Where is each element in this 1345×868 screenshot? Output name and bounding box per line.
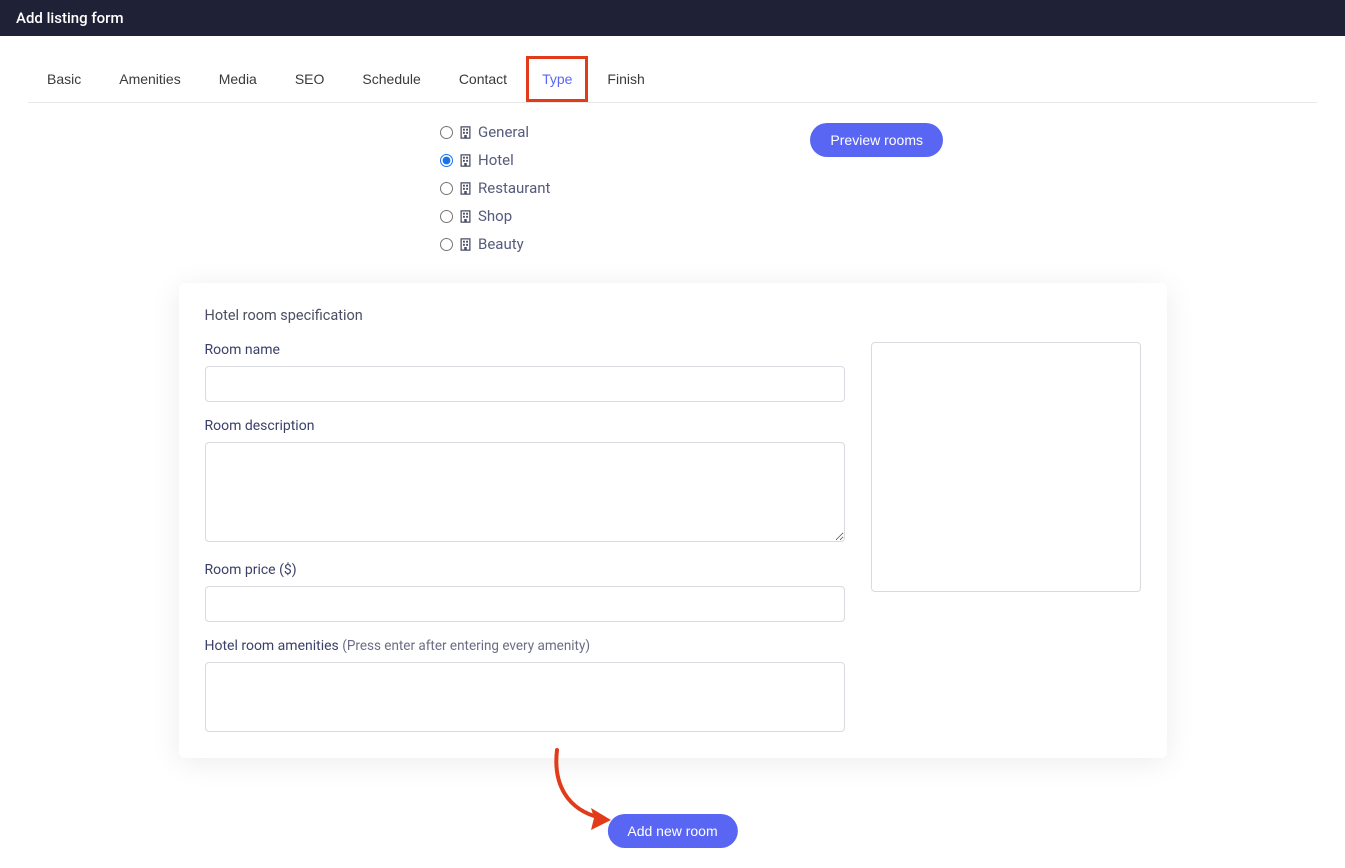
type-label: General — [478, 123, 529, 141]
tab-basic[interactable]: Basic — [28, 56, 100, 102]
tab-finish[interactable]: Finish — [588, 56, 663, 102]
room-description-label: Room description — [205, 418, 845, 434]
radio-hotel[interactable] — [440, 154, 453, 167]
radio-restaurant[interactable] — [440, 182, 453, 195]
add-room-area: Add new room — [179, 768, 1167, 848]
room-name-label: Room name — [205, 342, 845, 358]
tab-amenities[interactable]: Amenities — [100, 56, 199, 102]
room-price-label: Room price ($) — [205, 562, 845, 578]
preview-rooms-wrap: Preview rooms — [810, 123, 943, 157]
add-new-room-button[interactable]: Add new room — [607, 814, 737, 848]
building-icon — [458, 237, 473, 252]
app-title: Add listing form — [16, 9, 124, 27]
building-icon — [458, 209, 473, 224]
radio-general[interactable] — [440, 126, 453, 139]
type-label: Restaurant — [478, 179, 550, 197]
building-icon — [458, 153, 473, 168]
form-tabs: Basic Amenities Media SEO Schedule Conta… — [28, 56, 1317, 103]
card-title: Hotel room specification — [205, 307, 1141, 324]
type-option-restaurant[interactable]: Restaurant — [440, 179, 550, 197]
type-label: Beauty — [478, 235, 524, 253]
type-option-general[interactable]: General — [440, 123, 550, 141]
type-option-hotel[interactable]: Hotel — [440, 151, 550, 169]
app-header: Add listing form — [0, 0, 1345, 36]
type-selection-area: General Hotel Restaurant — [440, 123, 1345, 253]
radio-beauty[interactable] — [440, 238, 453, 251]
type-radio-group: General Hotel Restaurant — [440, 123, 550, 253]
card-body: Room name Room description Room price ($… — [205, 342, 1141, 732]
type-option-beauty[interactable]: Beauty — [440, 235, 550, 253]
building-icon — [458, 125, 473, 140]
room-amenities-label: Hotel room amenities (Press enter after … — [205, 638, 845, 654]
amenities-label-text: Hotel room amenities — [205, 638, 343, 654]
room-description-group: Room description — [205, 418, 845, 546]
image-upload-box[interactable] — [871, 342, 1141, 592]
tab-schedule[interactable]: Schedule — [343, 56, 439, 102]
tab-contact[interactable]: Contact — [440, 56, 526, 102]
tab-media[interactable]: Media — [200, 56, 276, 102]
radio-shop[interactable] — [440, 210, 453, 223]
building-icon — [458, 181, 473, 196]
amenities-hint: (Press enter after entering every amenit… — [342, 638, 590, 654]
room-price-input[interactable] — [205, 586, 845, 622]
room-amenities-input[interactable] — [205, 662, 845, 732]
room-price-group: Room price ($) — [205, 562, 845, 622]
type-option-shop[interactable]: Shop — [440, 207, 550, 225]
room-amenities-group: Hotel room amenities (Press enter after … — [205, 638, 845, 732]
room-name-group: Room name — [205, 342, 845, 402]
tab-type[interactable]: Type — [526, 56, 588, 102]
preview-rooms-button[interactable]: Preview rooms — [810, 123, 943, 157]
room-spec-card: Hotel room specification Room name Room … — [179, 283, 1167, 758]
room-description-input[interactable] — [205, 442, 845, 542]
type-label: Hotel — [478, 151, 514, 169]
type-label: Shop — [478, 207, 512, 225]
form-column: Room name Room description Room price ($… — [205, 342, 845, 732]
page-body: Basic Amenities Media SEO Schedule Conta… — [0, 56, 1345, 868]
tab-seo[interactable]: SEO — [276, 56, 344, 102]
room-name-input[interactable] — [205, 366, 845, 402]
